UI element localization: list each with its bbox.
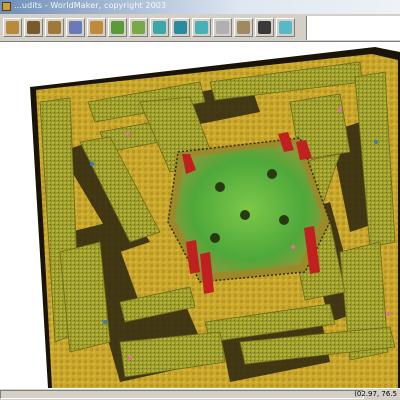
grass-large-icon [132,21,145,34]
objects-icon [237,21,250,34]
grass-large-tool-button[interactable] [129,18,148,37]
texture-blend-tool-button[interactable] [87,18,106,37]
editor-toolbar [0,14,400,42]
window-title: ...udits - WorldMaker, copyright 2003 [14,1,167,10]
cursor-coordinates: (02.97, 76.5 [354,390,397,398]
map-viewport[interactable] [0,42,400,388]
app-icon [2,2,11,11]
toolbar-empty-area [306,16,400,40]
flag-tool-button[interactable] [171,18,190,37]
flag-icon [174,21,187,34]
fog-tool-button[interactable] [192,18,211,37]
terrain-lower-icon [27,21,40,34]
terrain-smooth-tool-button[interactable] [45,18,64,37]
terrain-smooth-icon [48,21,61,34]
sphere-icon [258,21,271,34]
map-render[interactable] [0,42,400,388]
sky-tool-button[interactable] [276,18,295,37]
terrain-lower-tool-button[interactable] [24,18,43,37]
water-icon [153,21,166,34]
lighting-icon [216,21,229,34]
sphere-tool-button[interactable] [255,18,274,37]
objects-tool-button[interactable] [234,18,253,37]
texture-paint-icon [69,21,82,34]
grass-icon [111,21,124,34]
terrain-raise-tool-button[interactable] [3,18,22,37]
fog-icon [195,21,208,34]
texture-blend-icon [90,21,103,34]
texture-paint-tool-button[interactable] [66,18,85,37]
lighting-tool-button[interactable] [213,18,232,37]
status-bar: (02.97, 76.5 [0,388,400,400]
water-tool-button[interactable] [150,18,169,37]
sky-icon [279,21,292,34]
title-bar[interactable]: ...udits - WorldMaker, copyright 2003 [0,0,400,14]
terrain-raise-icon [6,21,19,34]
grass-tool-button[interactable] [108,18,127,37]
status-pane [0,390,364,399]
